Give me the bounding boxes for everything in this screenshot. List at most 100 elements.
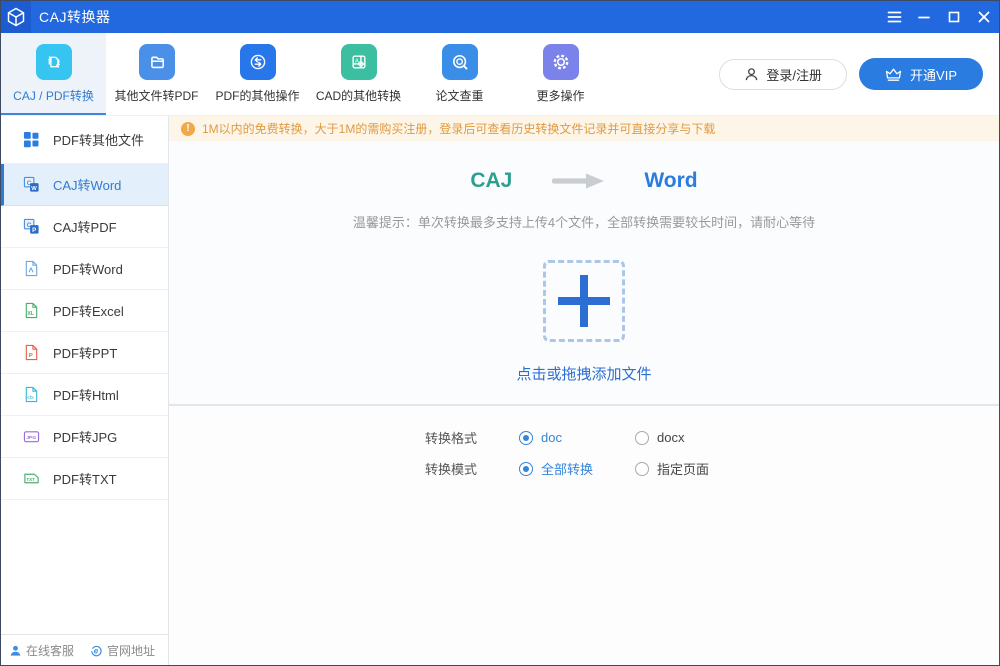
radio-icon[interactable] (635, 462, 649, 476)
swap-circle-icon (240, 44, 276, 80)
open-vip-label: 开通VIP (910, 65, 957, 84)
radio-docx[interactable]: docx (635, 430, 751, 445)
svg-text:P: P (28, 353, 32, 359)
mode-option-label: 转换模式 (425, 459, 519, 478)
tab-pdf-other-ops[interactable]: PDF的其他操作 (207, 33, 308, 115)
radio-icon[interactable] (519, 462, 533, 476)
tab-label: 更多操作 (536, 87, 584, 104)
caj-to-pdf-icon: C P (22, 218, 40, 236)
excel-doc-icon: XL (22, 302, 40, 320)
tab-label: 论文查重 (435, 87, 483, 104)
radio-label: 指定页面 (657, 459, 709, 478)
sidebar-item-pdf-to-other[interactable]: PDF转其他文件 (1, 116, 168, 164)
sidebar-item-pdf-to-excel[interactable]: XL PDF转Excel (1, 290, 168, 332)
toolbar: CAJ / PDF转换 其他文件转PDF PDF的其他操作 (1, 33, 999, 116)
svg-text:e: e (94, 646, 99, 655)
maximize-icon[interactable] (939, 1, 969, 33)
app-window: CAJ转换器 CAJ / (0, 0, 1000, 666)
grid-icon (22, 131, 40, 149)
titlebar: CAJ转换器 (1, 1, 999, 33)
dropzone-label[interactable]: 点击或拖拽添加文件 (516, 363, 651, 384)
radio-specify-pages[interactable]: 指定页面 (635, 459, 751, 478)
format-option-label: 转换格式 (425, 428, 519, 447)
sidebar-item-label: PDF转TXT (53, 469, 117, 488)
main-panel: ! 1M以内的免费转换，大于1M的需购买注册，登录后可查看历史转换文件记录并可直… (169, 116, 999, 665)
conversion-tip: 温馨提示：单次转换最多支持上传4个文件，全部转换需要较长时间，请耐心等待 (353, 212, 815, 231)
warning-icon: ! (181, 122, 195, 136)
tab-plagiarism-check[interactable]: 论文查重 (409, 33, 510, 115)
svg-text:XL: XL (27, 311, 35, 317)
file-dropzone[interactable] (543, 260, 625, 342)
radio-doc[interactable]: doc (519, 430, 635, 445)
conversion-header: CAJ Word (470, 169, 697, 193)
website-icon: e (90, 644, 103, 657)
online-support-label: 在线客服 (26, 642, 74, 659)
sidebar-item-pdf-to-txt[interactable]: TXT PDF转TXT (1, 458, 168, 500)
svg-text:W: W (31, 186, 37, 192)
source-format-label: CAJ (470, 169, 512, 193)
sidebar-item-pdf-to-html[interactable]: </> PDF转Html (1, 374, 168, 416)
sidebar-item-pdf-to-jpg[interactable]: JPG PDF转JPG (1, 416, 168, 458)
sidebar-item-caj-to-word[interactable]: C W CAJ转Word (1, 164, 168, 206)
caj-pdf-convert-icon (36, 44, 72, 80)
sidebar-item-pdf-to-word[interactable]: PDF转Word (1, 248, 168, 290)
sidebar-item-label: PDF转Excel (53, 301, 124, 320)
minimize-icon[interactable] (909, 1, 939, 33)
sidebar-item-label: PDF转PPT (53, 343, 117, 362)
plagiarism-check-icon (442, 44, 478, 80)
plus-icon (580, 275, 588, 327)
radio-label: docx (657, 430, 684, 445)
official-site-link[interactable]: e 官网地址 (90, 642, 155, 659)
app-logo-icon (1, 1, 31, 33)
sidebar-footer: 在线客服 e 官网地址 (1, 634, 168, 665)
sidebar-item-label: PDF转Html (53, 385, 119, 404)
html-doc-icon: </> (22, 386, 40, 404)
online-support-link[interactable]: 在线客服 (9, 642, 74, 659)
mode-option-row: 转换模式 全部转换 指定页面 (425, 459, 999, 478)
radio-icon[interactable] (635, 431, 649, 445)
tab-other-to-pdf[interactable]: 其他文件转PDF (106, 33, 207, 115)
target-format-label: Word (644, 169, 697, 193)
svg-text:TXT: TXT (26, 477, 35, 482)
sidebar-item-label: PDF转其他文件 (53, 130, 144, 149)
pdf-doc-icon (22, 260, 40, 278)
svg-text:P: P (32, 227, 36, 234)
format-option-row: 转换格式 doc docx (425, 428, 999, 447)
svg-text:</>: </> (26, 395, 33, 401)
sidebar-item-pdf-to-ppt[interactable]: P PDF转PPT (1, 332, 168, 374)
conversion-options: 转换格式 doc docx 转换模式 全部转换 (169, 406, 999, 478)
close-icon[interactable] (969, 1, 999, 33)
arrow-right-icon (550, 173, 606, 189)
radio-convert-all[interactable]: 全部转换 (519, 459, 635, 478)
tab-caj-pdf-convert[interactable]: CAJ / PDF转换 (1, 33, 106, 115)
svg-text:JPG: JPG (26, 435, 36, 441)
tab-label: CAD的其他转换 (316, 87, 401, 104)
sidebar-item-label: CAJ转Word (53, 175, 121, 194)
tab-cad-convert[interactable]: A CAD的其他转换 (308, 33, 409, 115)
notice-bar: ! 1M以内的免费转换，大于1M的需购买注册，登录后可查看历史转换文件记录并可直… (169, 116, 999, 141)
txt-doc-icon: TXT (22, 470, 40, 488)
tab-label: PDF的其他操作 (215, 87, 299, 104)
gear-icon (543, 44, 579, 80)
open-vip-button[interactable]: 开通VIP (859, 58, 983, 90)
ppt-doc-icon: P (22, 344, 40, 362)
tab-more-actions[interactable]: 更多操作 (510, 33, 611, 115)
sidebar-item-caj-to-pdf[interactable]: C P CAJ转PDF (1, 206, 168, 248)
customer-service-icon (9, 644, 22, 657)
sidebar-item-label: CAJ转PDF (53, 217, 117, 236)
conversion-area: CAJ Word 温馨提示：单次转换最多支持上传4个文件，全部转换需要较长时间，… (169, 141, 999, 406)
jpg-doc-icon: JPG (22, 428, 40, 446)
app-title: CAJ转换器 (39, 7, 110, 27)
tab-label: 其他文件转PDF (114, 87, 198, 104)
sidebar: PDF转其他文件 C W CAJ转Word C (1, 116, 169, 665)
cad-convert-icon: A (341, 44, 377, 80)
folder-convert-icon (139, 44, 175, 80)
caj-to-word-icon: C W (22, 176, 40, 194)
sidebar-item-label: PDF转Word (53, 259, 123, 278)
radio-icon[interactable] (519, 431, 533, 445)
official-site-label: 官网地址 (107, 642, 155, 659)
radio-label: doc (541, 430, 562, 445)
sidebar-item-label: PDF转JPG (53, 427, 117, 446)
menu-icon[interactable] (879, 1, 909, 33)
login-register-button[interactable]: 登录/注册 (719, 59, 847, 90)
